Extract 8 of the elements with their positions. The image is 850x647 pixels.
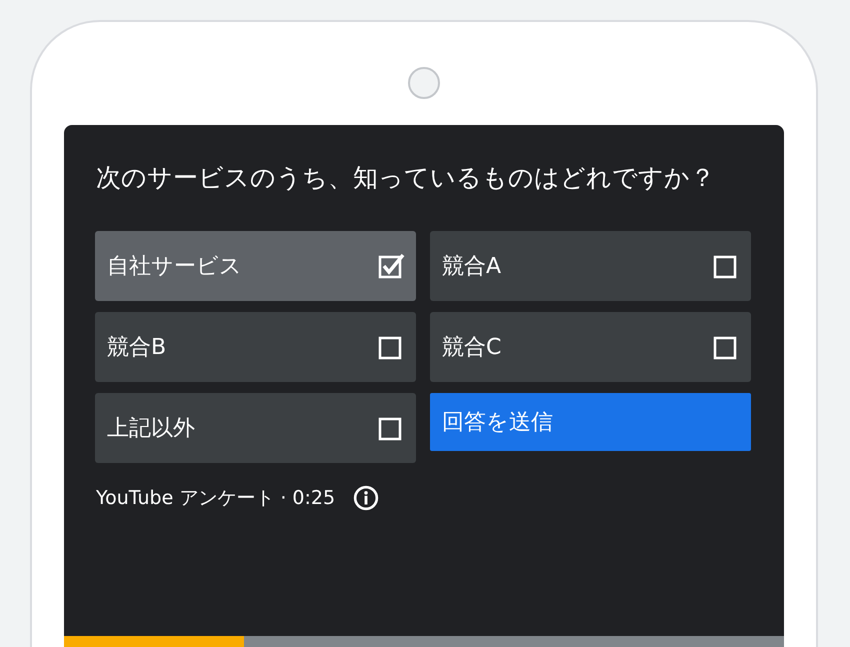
poll-option[interactable]: 上記以外 <box>95 393 416 463</box>
poll-option[interactable]: 競合A <box>430 231 751 301</box>
poll-option[interactable]: 競合B <box>95 312 416 382</box>
poll-question: 次のサービスのうち、知っているものはどれですか？ <box>95 162 716 194</box>
poll-option[interactable]: 競合C <box>430 312 751 382</box>
poll-option[interactable]: 自社サービス <box>95 231 416 301</box>
submit-button[interactable]: 回答を送信 <box>430 393 751 451</box>
poll-footer: YouTube アンケート · 0:25 <box>96 485 336 511</box>
